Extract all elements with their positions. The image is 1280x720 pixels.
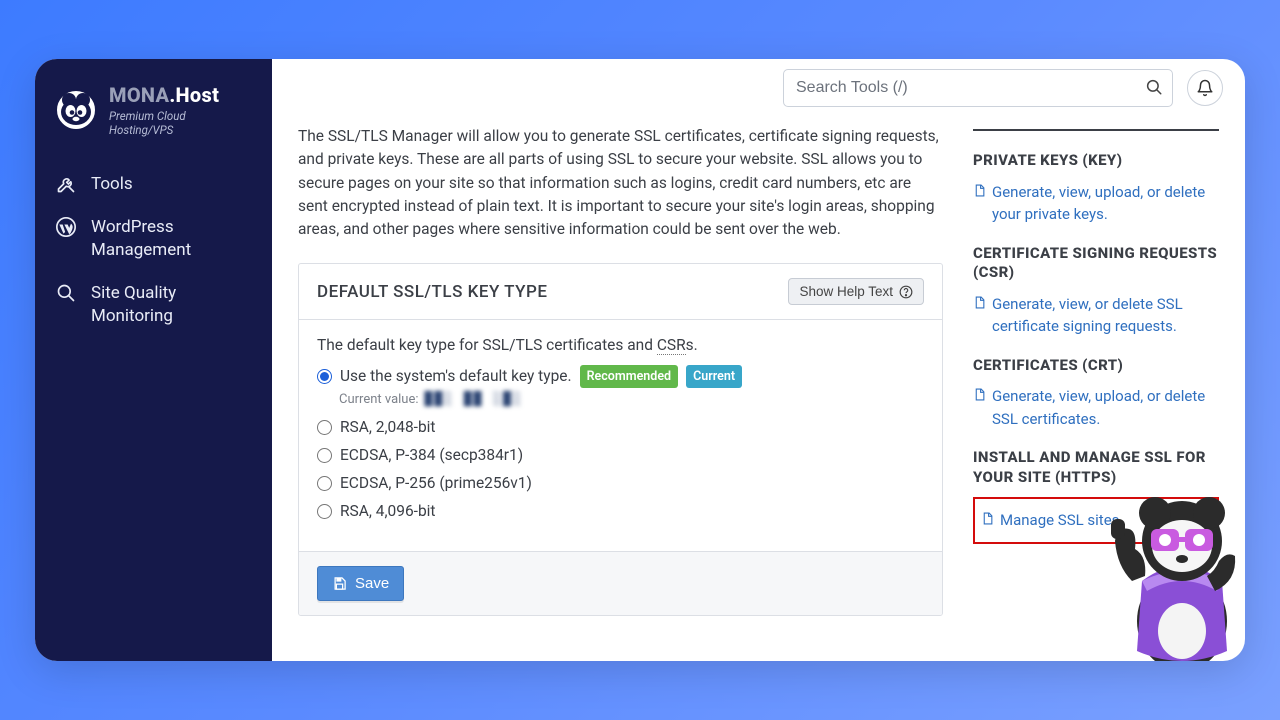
sidebar-item-label: Site Quality Monitoring (91, 282, 252, 328)
key-option-system-default[interactable]: Use the system's default key type. Recom… (317, 364, 924, 388)
panel-title: DEFAULT SSL/TLS KEY TYPE (317, 282, 548, 302)
radio-ecdsa-p384[interactable] (317, 448, 332, 463)
link-crt[interactable]: Generate, view, upload, or delete SSL ce… (973, 385, 1219, 430)
link-csr[interactable]: Generate, view, or delete SSL certificat… (973, 293, 1219, 338)
sidebar-item-label: Tools (91, 173, 133, 196)
panel-body: The default key type for SSL/TLS certifi… (299, 319, 942, 551)
recommended-badge: Recommended (580, 365, 679, 388)
link-private-keys[interactable]: Generate, view, upload, or delete your p… (973, 181, 1219, 226)
current-value-masked: ██░ ██ ░█░ (425, 392, 523, 407)
show-help-button[interactable]: Show Help Text (788, 278, 924, 305)
sidebar: MONA.Host Premium Cloud Hosting/VPS Tool… (35, 59, 272, 661)
section-title-csr: CERTIFICATE SIGNING REQUESTS (CSR) (973, 244, 1219, 283)
link-label: Manage SSL sites. (1000, 509, 1123, 532)
save-icon (332, 576, 347, 591)
sidebar-item-site-quality[interactable]: Site Quality Monitoring (35, 272, 272, 338)
option-label: ECDSA, P-256 (prime256v1) (340, 471, 532, 495)
content: The SSL/TLS Manager will allow you to ge… (272, 107, 1245, 640)
sidebar-item-label: WordPress Management (91, 216, 252, 262)
notifications-button[interactable] (1187, 70, 1223, 106)
section-title-install-ssl: INSTALL AND MANAGE SSL FOR YOUR SITE (HT… (973, 448, 1219, 487)
option-label: RSA, 2,048-bit (340, 415, 435, 439)
file-icon (973, 183, 986, 226)
sidebar-item-wordpress[interactable]: WordPress Management (35, 206, 272, 272)
brand-logo-icon (55, 89, 97, 131)
current-value-row: Current value: ██░ ██ ░█░ (339, 392, 924, 407)
magnifier-icon (55, 282, 77, 304)
brand-block: MONA.Host Premium Cloud Hosting/VPS (35, 83, 272, 163)
search-input[interactable] (783, 69, 1173, 107)
key-option-rsa-2048[interactable]: RSA, 2,048-bit (317, 415, 924, 439)
bell-icon (1196, 79, 1214, 97)
link-label: Generate, view, or delete SSL certificat… (992, 293, 1219, 338)
link-label: Generate, view, upload, or delete your p… (992, 181, 1219, 226)
wordpress-icon (55, 216, 77, 238)
option-label: ECDSA, P-384 (secp384r1) (340, 443, 523, 467)
brand-title-part2: .Host (169, 83, 219, 107)
section-title-private-keys: PRIVATE KEYS (KEY) (973, 151, 1219, 171)
left-column: The SSL/TLS Manager will allow you to ge… (298, 125, 943, 616)
panel-header: DEFAULT SSL/TLS KEY TYPE Show Help Text (299, 264, 942, 319)
panel-footer: Save (299, 551, 942, 615)
right-divider (973, 129, 1219, 131)
tools-icon (55, 173, 77, 195)
file-icon (981, 511, 994, 532)
brand-title: MONA.Host (109, 83, 252, 107)
app-window: MONA.Host Premium Cloud Hosting/VPS Tool… (35, 59, 1245, 661)
current-badge: Current (686, 365, 742, 388)
save-button-label: Save (355, 575, 389, 592)
radio-ecdsa-p256[interactable] (317, 476, 332, 491)
radio-rsa-2048[interactable] (317, 420, 332, 435)
link-label: Generate, view, upload, or delete SSL ce… (992, 385, 1219, 430)
link-manage-ssl-sites[interactable]: Manage SSL sites. (981, 509, 1211, 532)
brand-tagline: Premium Cloud Hosting/VPS (109, 109, 252, 137)
key-type-panel: DEFAULT SSL/TLS KEY TYPE Show Help Text … (298, 263, 943, 616)
sidebar-item-tools[interactable]: Tools (35, 163, 272, 206)
question-circle-icon (899, 285, 913, 299)
highlighted-link-box: Manage SSL sites. (973, 497, 1219, 544)
main-area: The SSL/TLS Manager will allow you to ge… (272, 59, 1245, 661)
help-button-label: Show Help Text (799, 284, 893, 299)
file-icon (973, 295, 986, 338)
section-title-crt: CERTIFICATES (CRT) (973, 356, 1219, 376)
right-column: PRIVATE KEYS (KEY) Generate, view, uploa… (973, 125, 1219, 616)
brand-title-part1: MONA (109, 83, 169, 107)
radio-rsa-4096[interactable] (317, 504, 332, 519)
topbar (272, 59, 1245, 107)
search-wrapper (783, 69, 1173, 107)
file-icon (973, 387, 986, 430)
key-option-rsa-4096[interactable]: RSA, 4,096-bit (317, 499, 924, 523)
option-label: Use the system's default key type. (340, 364, 572, 388)
option-label: RSA, 4,096-bit (340, 499, 435, 523)
key-option-ecdsa-p384[interactable]: ECDSA, P-384 (secp384r1) (317, 443, 924, 467)
search-icon[interactable] (1145, 78, 1163, 96)
panel-lead: The default key type for SSL/TLS certifi… (317, 336, 924, 354)
radio-system-default[interactable] (317, 369, 332, 384)
sidebar-nav: Tools WordPress Management Site Quality … (35, 163, 272, 338)
key-option-ecdsa-p256[interactable]: ECDSA, P-256 (prime256v1) (317, 471, 924, 495)
save-button[interactable]: Save (317, 566, 404, 601)
intro-text: The SSL/TLS Manager will allow you to ge… (298, 125, 943, 241)
current-value-label: Current value: (339, 392, 419, 407)
